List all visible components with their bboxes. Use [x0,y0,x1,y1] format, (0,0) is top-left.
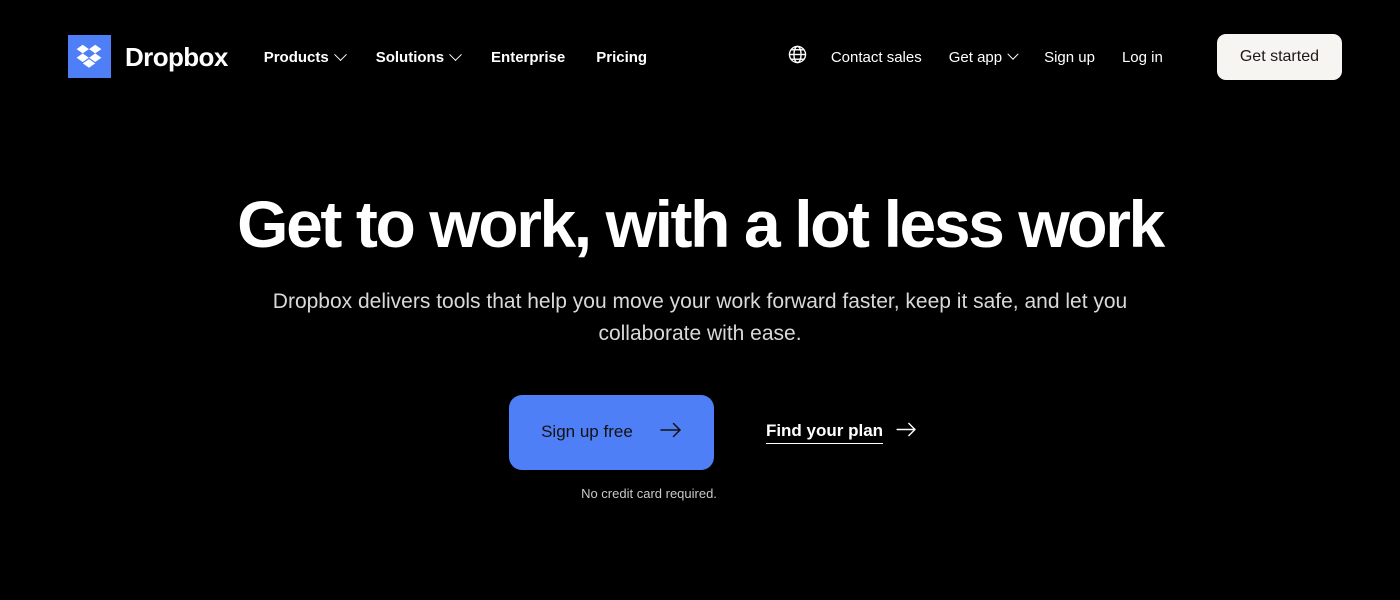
globe-icon[interactable] [787,44,808,70]
sign-up-free-button[interactable]: Sign up free [508,394,714,470]
primary-navigation: Products Solutions Enterprise Pricing [263,47,647,66]
arrow-right-icon [660,422,682,443]
nav-link-get-app-label: Get app [948,48,1003,66]
nav-item-solutions[interactable]: Solutions [375,47,462,66]
no-credit-card-note: No credit card required. [581,485,717,501]
nav-link-contact-sales-label: Contact sales [830,48,922,66]
nav-link-sign-up[interactable]: Sign up [1044,49,1095,66]
nav-link-log-in-label: Log in [1121,48,1163,66]
nav-link-contact-sales[interactable]: Contact sales [831,49,922,66]
nav-item-pricing-label: Pricing [596,48,648,66]
find-your-plan-link[interactable]: Find your plan [765,421,917,444]
get-started-button[interactable]: Get started [1216,34,1342,80]
nav-link-sign-up-label: Sign up [1044,48,1095,66]
nav-item-products-label: Products [263,48,329,66]
hero-title: Get to work, with a lot less work [237,187,1165,261]
nav-item-solutions-label: Solutions [375,48,445,66]
chevron-down-icon [1007,48,1019,60]
site-header: Dropbox Products Solutions Enterprise Pr… [0,0,1400,115]
chevron-down-icon [449,47,462,61]
nav-item-enterprise[interactable]: Enterprise [491,49,565,66]
brand-name: Dropbox [125,41,228,72]
arrow-right-icon [896,422,917,442]
nav-item-pricing[interactable]: Pricing [596,49,647,66]
dropbox-logo-icon [68,35,111,78]
secondary-navigation: Contact sales Get app Sign up Log in Get… [787,34,1342,80]
nav-item-enterprise-label: Enterprise [491,48,566,66]
brand-logo-link[interactable]: Dropbox [68,35,228,78]
hero-cta-row: Sign up free Find your plan [483,394,917,470]
hero-subtitle: Dropbox delivers tools that help you mov… [272,289,1128,345]
chevron-down-icon [333,47,347,61]
nav-link-log-in[interactable]: Log in [1122,49,1163,66]
nav-item-products[interactable]: Products [263,47,347,66]
find-your-plan-label: Find your plan [765,421,884,444]
page-root: Dropbox Products Solutions Enterprise Pr… [0,0,1400,600]
nav-link-get-app[interactable]: Get app [948,48,1019,66]
sign-up-free-label: Sign up free [541,422,633,442]
hero-section: Get to work, with a lot less work Dropbo… [0,115,1400,501]
